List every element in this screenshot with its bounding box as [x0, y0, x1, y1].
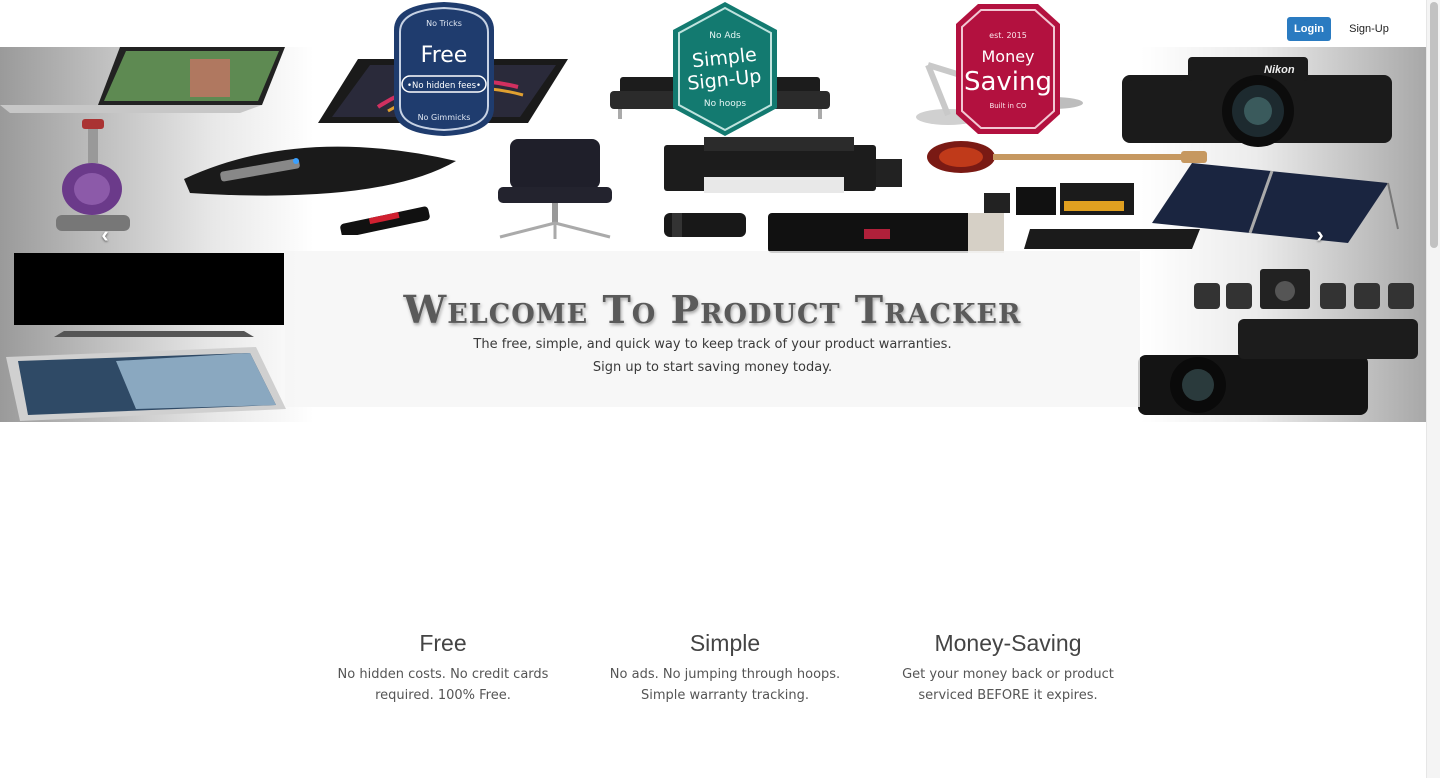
simple-badge-top: No Ads: [709, 31, 741, 41]
tv-image: [14, 253, 284, 337]
hero-caption: Welcome To Product Tracker The free, sim…: [285, 251, 1140, 407]
hero-subtitle-line-1: The free, simple, and quick way to keep …: [473, 337, 952, 352]
lens-image: [664, 213, 746, 237]
office-chair-image: [498, 139, 612, 239]
feature-text-free-line-1: No hidden costs. No credit cards: [337, 667, 549, 682]
chevron-right-icon: ›: [1316, 222, 1324, 247]
vacuum-image: [56, 119, 130, 231]
simple-badge-bottom: No hoops: [704, 99, 747, 109]
sd-cards-image: [984, 183, 1134, 215]
hero-title: Welcome To Product Tracker: [403, 287, 1022, 332]
free-badge-top: No Tricks: [426, 19, 462, 28]
mouse-image: [184, 146, 456, 196]
laptop-image: [0, 47, 285, 113]
feature-title-free: Free: [419, 630, 467, 656]
feature-text-simple-line-2: Simple warranty tracking.: [640, 688, 810, 703]
money-badge-main-2: Saving: [964, 67, 1052, 97]
carousel-next-button[interactable]: ›: [1310, 222, 1330, 247]
feature-title-money-saving: Money-Saving: [934, 630, 1082, 656]
login-button[interactable]: Login: [1287, 17, 1331, 41]
money-badge-top: est. 2015: [989, 31, 1027, 40]
speakers-image: [1194, 269, 1414, 309]
chevron-left-icon: ‹: [101, 222, 109, 247]
camcorder-image: [1138, 319, 1418, 415]
camera-image: Nikon: [1122, 57, 1392, 147]
feature-text-free-line-2: required. 100% Free.: [375, 688, 511, 703]
printer-image: [664, 137, 902, 193]
carousel-prev-button[interactable]: ‹: [95, 222, 115, 247]
feature-text-simple-line-1: No ads. No jumping through hoops.: [609, 667, 841, 682]
keyboard-image: [1024, 229, 1200, 249]
tablet-small-image: [6, 347, 286, 421]
free-badge-icon: No Tricks Free •No hidden fees• No Gimmi…: [394, 2, 494, 136]
feature-text-money-line-1: Get your money back or product: [902, 667, 1114, 682]
money-badge-bottom: Built in CO: [989, 102, 1027, 110]
scrollbar-thumb[interactable]: [1430, 2, 1438, 248]
money-saving-badge-icon: est. 2015 Money Saving Built in CO: [956, 4, 1060, 134]
usb-drive-image: [340, 206, 430, 235]
feature-text-money-line-2: serviced BEFORE it expires.: [918, 688, 1098, 703]
feature-text-free: No hidden costs. No credit cards require…: [318, 664, 568, 706]
signup-link[interactable]: Sign-Up: [1343, 17, 1395, 41]
camera-brand-text: Nikon: [1264, 64, 1295, 76]
feature-text-simple: No ads. No jumping through hoops. Simple…: [600, 664, 850, 706]
3d-printer-image: [768, 213, 1004, 253]
simple-badge-icon: No Ads Simple Sign-Up No hoops: [673, 2, 777, 136]
free-badge-ribbon: •No hidden fees•: [407, 81, 481, 91]
hero-subtitle-line-2: Sign up to start saving money today.: [592, 360, 833, 375]
feature-title-simple: Simple: [689, 630, 761, 656]
money-badge-main-1: Money: [981, 47, 1034, 66]
page-scrollbar[interactable]: [1426, 0, 1440, 778]
free-badge-bottom: No Gimmicks: [418, 113, 471, 122]
feature-text-money-saving: Get your money back or product serviced …: [883, 664, 1133, 706]
free-badge-main: Free: [421, 43, 468, 68]
